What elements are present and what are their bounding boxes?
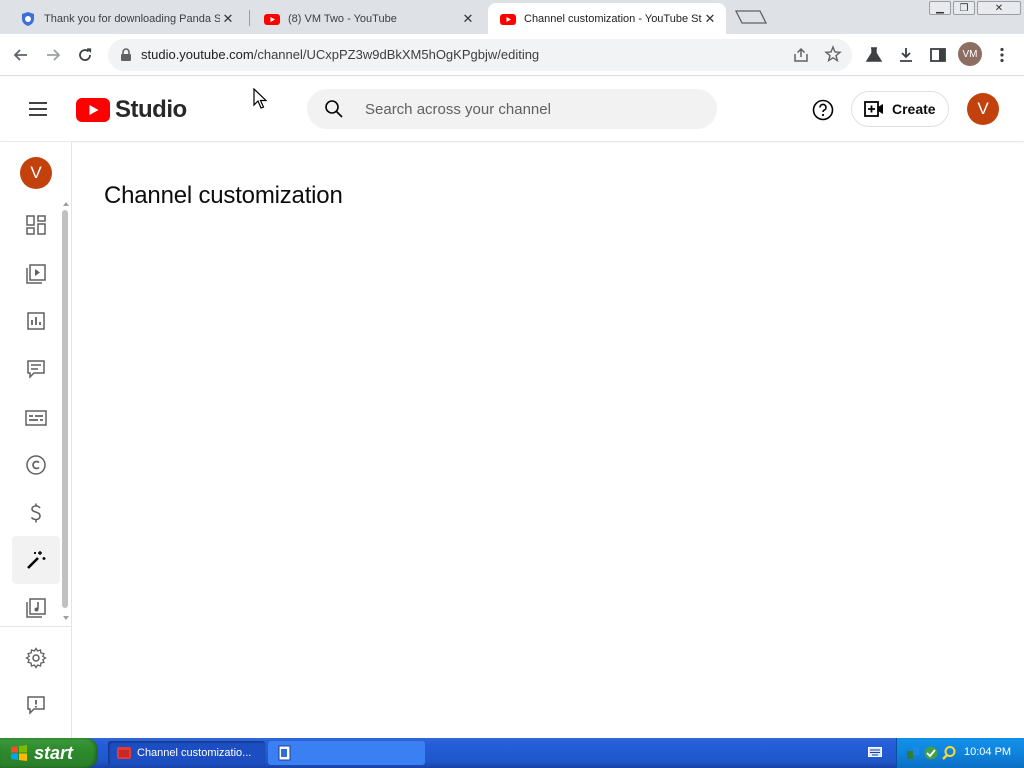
comments-icon bbox=[27, 360, 45, 379]
download-icon[interactable] bbox=[896, 45, 916, 65]
panda-shield-icon bbox=[22, 11, 34, 26]
scroll-down-arrow[interactable] bbox=[63, 616, 69, 620]
sidebar-divider bbox=[0, 626, 71, 627]
tab-title: (8) VM Two - YouTube bbox=[288, 12, 397, 25]
audio-library-icon bbox=[26, 598, 46, 618]
close-window-button[interactable]: ✕ bbox=[977, 1, 1021, 15]
copyright-icon bbox=[26, 455, 46, 475]
url-text: studio.youtube.com/channel/UCxpPZ3w9dBkX… bbox=[141, 47, 539, 62]
sidebar-scrollbar[interactable] bbox=[62, 210, 68, 608]
analytics-icon bbox=[27, 312, 45, 330]
lock-icon bbox=[121, 48, 131, 61]
dashboard-icon bbox=[26, 215, 46, 235]
subtitles-icon bbox=[25, 410, 47, 426]
sidebar-item-send-feedback[interactable] bbox=[22, 691, 50, 719]
restore-button[interactable]: ❐ bbox=[953, 1, 975, 15]
content-icon bbox=[26, 264, 46, 284]
sidebar-item-copyright[interactable] bbox=[22, 451, 50, 479]
earn-icon bbox=[30, 503, 41, 523]
tab-title: Channel customization - YouTube St bbox=[524, 12, 702, 25]
create-label: Create bbox=[892, 101, 936, 117]
create-button[interactable]: Create bbox=[851, 91, 949, 127]
arrow-left-icon bbox=[13, 49, 27, 61]
settings-icon bbox=[25, 647, 47, 669]
customization-icon bbox=[27, 551, 46, 569]
reload-button[interactable] bbox=[72, 42, 98, 68]
studio-logo[interactable]: Studio bbox=[76, 96, 187, 124]
taskbar-button-chrome[interactable]: Channel customizatio... bbox=[108, 741, 265, 765]
sidebar-item-content[interactable] bbox=[22, 259, 50, 287]
taskbar-button-label: Channel customizatio... bbox=[137, 747, 252, 759]
hamburger-menu-icon[interactable] bbox=[28, 99, 48, 119]
sidebar-item-analytics[interactable] bbox=[22, 307, 50, 335]
new-tab-button[interactable] bbox=[734, 9, 768, 25]
system-tray: 10:04 PM bbox=[896, 738, 1024, 768]
help-icon[interactable] bbox=[811, 98, 835, 122]
start-label: start bbox=[34, 742, 74, 763]
sidebar-item-earn[interactable] bbox=[22, 499, 50, 527]
network-icon[interactable] bbox=[905, 745, 921, 761]
taskbar-button-document[interactable] bbox=[268, 741, 425, 765]
start-button[interactable]: start bbox=[0, 738, 98, 768]
keyboard-icon[interactable] bbox=[868, 747, 882, 757]
back-button[interactable] bbox=[8, 42, 34, 68]
create-video-icon bbox=[864, 101, 883, 117]
reload-icon bbox=[79, 48, 92, 61]
search-input[interactable] bbox=[363, 89, 703, 129]
windows-flag-icon bbox=[11, 745, 27, 761]
taskbar-clock: 10:04 PM bbox=[964, 746, 1012, 758]
arrow-right-icon bbox=[47, 49, 61, 61]
labs-flask-icon[interactable] bbox=[864, 45, 884, 65]
sidebar-item-dashboard[interactable] bbox=[22, 211, 50, 239]
sidebar-item-comments[interactable] bbox=[22, 355, 50, 383]
browser-menu-icon[interactable] bbox=[992, 45, 1012, 65]
side-panel-icon[interactable] bbox=[928, 45, 948, 65]
mouse-cursor-icon bbox=[253, 88, 267, 109]
minimize-button[interactable]: ▁ bbox=[929, 1, 951, 15]
browser-profile-avatar[interactable]: VM bbox=[958, 42, 982, 66]
share-icon[interactable] bbox=[792, 46, 810, 64]
search-tray-icon[interactable] bbox=[941, 745, 957, 761]
browser-tab-vm-two[interactable]: (8) VM Two - YouTube ✕ bbox=[252, 3, 484, 34]
send-feedback-icon bbox=[27, 696, 45, 715]
browser-toolbar: studio.youtube.com/channel/UCxpPZ3w9dBkX… bbox=[0, 34, 1024, 76]
youtube-icon bbox=[264, 13, 280, 25]
address-bar[interactable]: studio.youtube.com/channel/UCxpPZ3w9dBkX… bbox=[108, 39, 852, 71]
account-avatar[interactable]: V bbox=[967, 93, 999, 125]
channel-avatar[interactable]: V bbox=[20, 157, 52, 189]
browser-tab-strip: Thank you for downloading Panda S ✕ (8) … bbox=[0, 0, 1024, 34]
search-icon[interactable] bbox=[324, 99, 344, 119]
close-tab-icon[interactable]: ✕ bbox=[220, 11, 236, 27]
url-path: /channel/UCxpPZ3w9dBkXM5hOgKPgbjw/editin… bbox=[253, 47, 540, 62]
forward-button[interactable] bbox=[40, 42, 66, 68]
close-tab-icon[interactable]: ✕ bbox=[702, 11, 718, 27]
scroll-up-arrow[interactable] bbox=[63, 202, 69, 206]
sidebar-item-subtitles[interactable] bbox=[22, 404, 50, 432]
sidebar-item-audio-library[interactable] bbox=[22, 594, 50, 622]
taskbar: start Channel customizatio... 10:04 PM bbox=[0, 738, 1024, 768]
chrome-icon bbox=[117, 747, 131, 759]
logo-text: Studio bbox=[115, 96, 187, 123]
youtube-logo-icon bbox=[76, 98, 110, 122]
studio-header: Studio Create V bbox=[0, 77, 1024, 141]
panda-antivirus-icon[interactable] bbox=[923, 745, 939, 761]
bookmark-star-icon[interactable] bbox=[824, 45, 842, 63]
sidebar-item-settings[interactable] bbox=[22, 644, 50, 672]
browser-tab-channel-customization[interactable]: Channel customization - YouTube St ✕ bbox=[488, 3, 726, 34]
search-box[interactable] bbox=[307, 89, 717, 129]
youtube-icon bbox=[500, 13, 516, 25]
close-tab-icon[interactable]: ✕ bbox=[460, 11, 476, 27]
tab-title: Thank you for downloading Panda S bbox=[44, 12, 220, 25]
page-title: Channel customization bbox=[104, 182, 343, 210]
url-host: studio.youtube.com bbox=[141, 47, 254, 62]
tab-separator bbox=[249, 10, 250, 26]
browser-tab-panda[interactable]: Thank you for downloading Panda S ✕ bbox=[8, 3, 244, 34]
document-icon bbox=[278, 745, 291, 761]
sidebar: V bbox=[0, 142, 72, 738]
sidebar-item-customization[interactable] bbox=[12, 536, 60, 584]
